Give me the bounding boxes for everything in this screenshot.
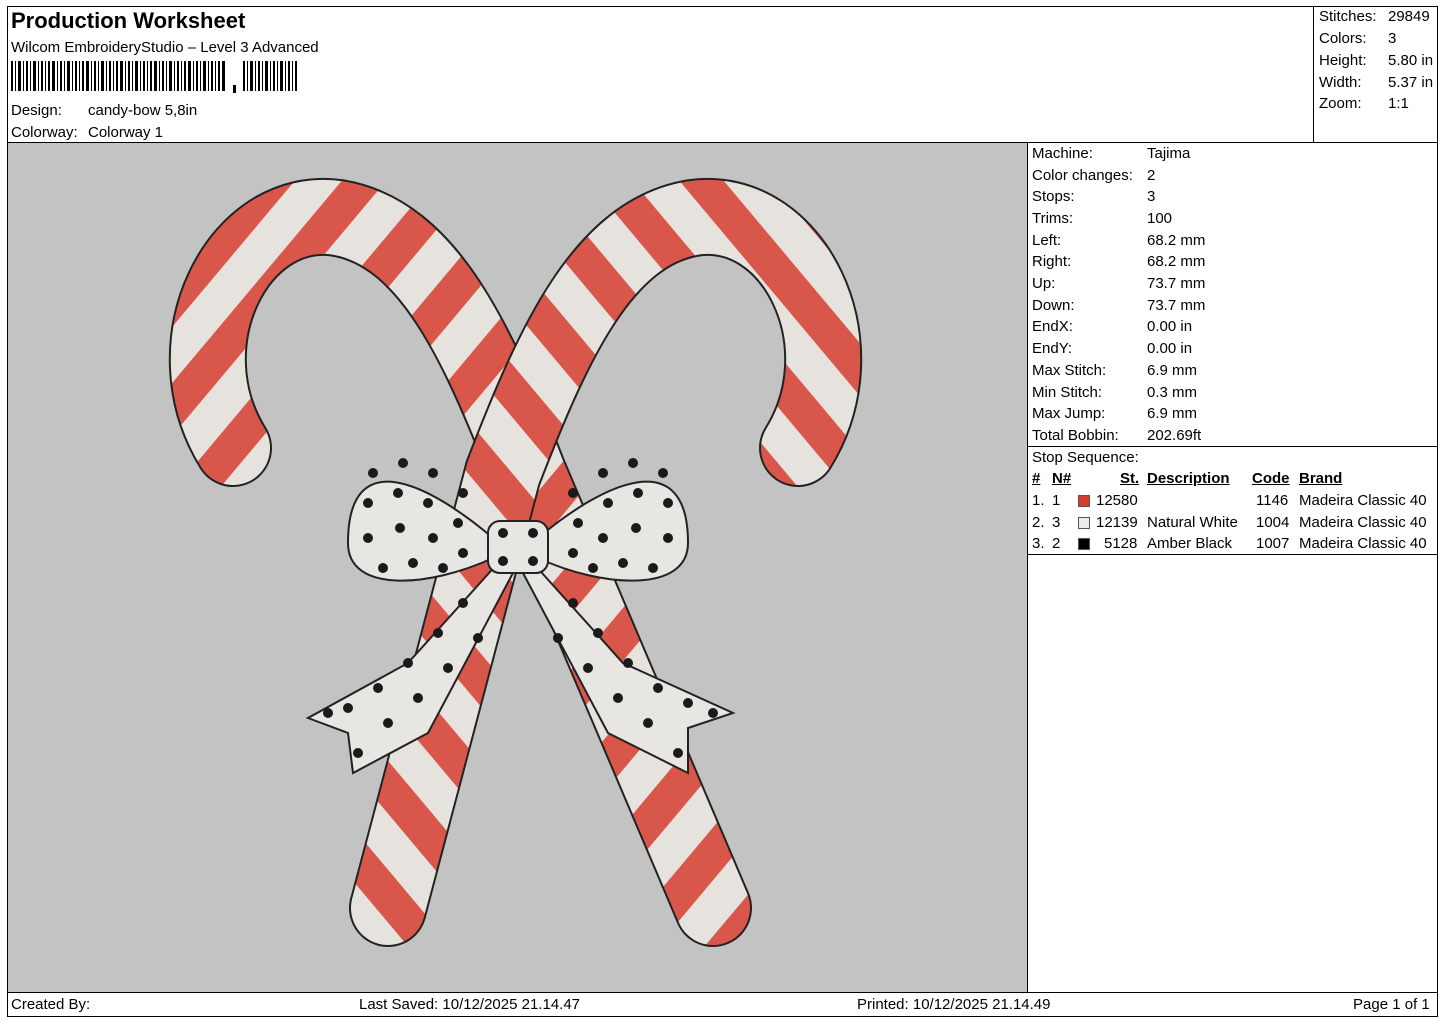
info-label: Left: xyxy=(1032,232,1062,249)
info-label: Color changes: xyxy=(1032,167,1133,184)
divider xyxy=(1028,446,1438,447)
info-value: 0.3 mm xyxy=(1147,384,1198,401)
colorway-label: Colorway: xyxy=(11,124,78,141)
info-value: 2 xyxy=(1147,167,1156,184)
info-value: 68.2 mm xyxy=(1147,232,1206,249)
stat-label: Stitches: xyxy=(1319,8,1377,25)
row-index: 1. xyxy=(1032,492,1045,509)
col-header-stitches: St. xyxy=(1120,470,1140,487)
info-value: 68.2 mm xyxy=(1147,253,1206,270)
info-value: 6.9 mm xyxy=(1147,362,1198,379)
footer xyxy=(7,993,1438,1017)
colorway-value: Colorway 1 xyxy=(88,124,164,141)
info-label: Stops: xyxy=(1032,188,1075,205)
info-label: Trims: xyxy=(1032,210,1074,227)
stat-value: 3 xyxy=(1388,30,1397,47)
design-preview xyxy=(8,143,1028,992)
col-header-brand: Brand xyxy=(1299,470,1343,487)
row-needle: 3 xyxy=(1052,514,1061,531)
row-stitches: 5128 xyxy=(1104,535,1138,552)
row-brand: Madeira Classic 40 xyxy=(1299,535,1427,552)
stat-value: 1:1 xyxy=(1388,95,1409,112)
info-label: Max Jump: xyxy=(1032,405,1106,422)
last-saved: Last Saved: 10/12/2025 21.14.47 xyxy=(359,996,581,1013)
info-label: Machine: xyxy=(1032,145,1093,162)
software-name: Wilcom EmbroideryStudio – Level 3 Advanc… xyxy=(11,39,319,56)
col-header-needle: N# xyxy=(1052,470,1072,487)
stat-label: Colors: xyxy=(1319,30,1367,47)
color-swatch xyxy=(1078,495,1090,507)
info-label: Min Stitch: xyxy=(1032,384,1103,401)
info-value: 0.00 in xyxy=(1147,318,1193,335)
info-label: Total Bobbin: xyxy=(1032,427,1119,444)
row-index: 2. xyxy=(1032,514,1045,531)
row-description: Natural White xyxy=(1147,514,1238,531)
row-code: 1146 xyxy=(1256,492,1289,509)
row-brand: Madeira Classic 40 xyxy=(1299,514,1427,531)
info-label: Down: xyxy=(1032,297,1075,314)
info-value: 6.9 mm xyxy=(1147,405,1198,422)
stat-value: 5.37 in xyxy=(1388,74,1434,91)
stat-value: 5.80 in xyxy=(1388,52,1434,69)
stop-sequence-title: Stop Sequence: xyxy=(1032,449,1139,466)
row-index: 3. xyxy=(1032,535,1045,552)
col-header-description: Description xyxy=(1147,470,1230,487)
row-needle: 1 xyxy=(1052,492,1061,509)
barcode xyxy=(11,61,297,93)
machine-info-panel: Machine: Tajima Color changes: 2 Stops: … xyxy=(1028,143,1438,603)
row-stitches: 12580 xyxy=(1096,492,1138,509)
stats-box: Stitches: 29849 Colors: 3 Height: 5.80 i… xyxy=(1313,6,1438,142)
row-brand: Madeira Classic 40 xyxy=(1299,492,1427,509)
info-label: Max Stitch: xyxy=(1032,362,1107,379)
stat-label: Zoom: xyxy=(1319,95,1362,112)
info-label: EndX: xyxy=(1032,318,1073,335)
color-swatch xyxy=(1078,517,1090,529)
info-value: 3 xyxy=(1147,188,1156,205)
divider xyxy=(1028,554,1438,555)
row-code: 1007 xyxy=(1256,535,1290,552)
page-number: Page 1 of 1 xyxy=(1353,996,1430,1013)
row-needle: 2 xyxy=(1052,535,1061,552)
bow xyxy=(305,480,736,775)
row-description: Amber Black xyxy=(1147,535,1233,552)
row-code: 1004 xyxy=(1256,514,1290,531)
printed-date: Printed: 10/12/2025 21.14.49 xyxy=(857,996,1051,1013)
info-value: 73.7 mm xyxy=(1147,297,1206,314)
info-value: 73.7 mm xyxy=(1147,275,1206,292)
worksheet-title: Production Worksheet xyxy=(11,8,246,33)
candy-cane-bow-artwork xyxy=(168,177,863,947)
info-value: 0.00 in xyxy=(1147,340,1193,357)
info-value: 100 xyxy=(1147,210,1173,227)
info-value: Tajima xyxy=(1147,145,1191,162)
info-label: EndY: xyxy=(1032,340,1073,357)
design-label: Design: xyxy=(11,102,62,119)
col-header-index: # xyxy=(1032,470,1041,487)
col-header-code: Code xyxy=(1252,470,1290,487)
info-label: Right: xyxy=(1032,253,1072,270)
stat-value: 29849 xyxy=(1388,8,1430,25)
row-stitches: 12139 xyxy=(1096,514,1138,531)
color-swatch xyxy=(1078,538,1090,550)
design-value: candy-bow 5,8in xyxy=(88,102,198,119)
info-label: Up: xyxy=(1032,275,1056,292)
info-value: 202.69ft xyxy=(1147,427,1202,444)
stat-label: Width: xyxy=(1319,74,1362,91)
created-by: Created By: xyxy=(11,996,91,1013)
stat-label: Height: xyxy=(1319,52,1367,69)
